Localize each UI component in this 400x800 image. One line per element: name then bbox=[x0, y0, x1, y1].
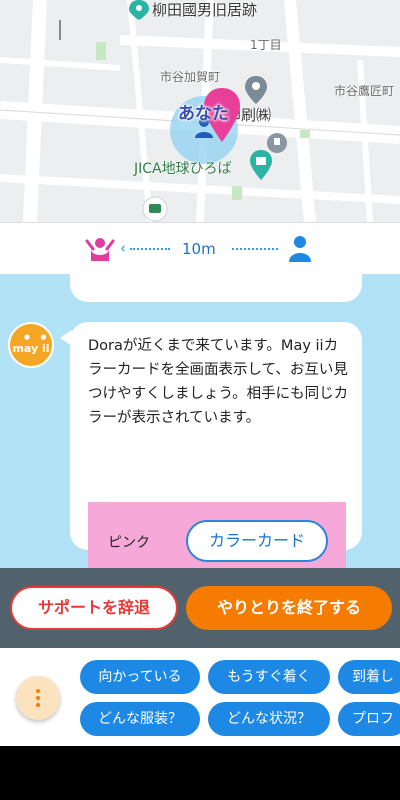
message-text: Doraが近くまで来ています。May iiカラーカードを全画面表示して、お互い見… bbox=[88, 338, 349, 426]
distance-dots-right bbox=[232, 248, 278, 250]
you-label: あなた bbox=[178, 104, 229, 124]
more-vertical-icon-dot3 bbox=[36, 703, 40, 707]
quick-reply-outfit[interactable]: どんな服装？ bbox=[80, 702, 200, 736]
distance-value: 10m bbox=[182, 240, 216, 258]
location-marker-icon[interactable] bbox=[245, 76, 267, 104]
bottom-area bbox=[0, 746, 400, 800]
distance-bar: ‹ 10m bbox=[0, 222, 400, 274]
map-label-plaza: JICA地球ひろば bbox=[134, 161, 232, 177]
message-bubble: Doraが近くまで来ています。May iiカラーカードを全画面表示して、お互い見… bbox=[70, 322, 362, 568]
map-label-district: 市谷加賀町 bbox=[160, 70, 221, 84]
arrow-left-icon: ‹ bbox=[120, 239, 126, 257]
quick-reply-arrived[interactable]: 到着し bbox=[338, 660, 400, 694]
more-vertical-icon-dot2 bbox=[36, 696, 40, 700]
gift-icon[interactable] bbox=[250, 150, 272, 180]
user-icon bbox=[289, 236, 311, 262]
raised-hands-person-icon bbox=[85, 238, 115, 261]
quick-reply-profile[interactable]: プロフ bbox=[338, 702, 400, 736]
color-card-button[interactable]: カラーカード bbox=[186, 520, 328, 562]
map-label-shrine: 柳田國男旧居跡 bbox=[152, 1, 258, 19]
action-bar: サポートを辞退 やりとりを終了する bbox=[0, 568, 400, 648]
map-label-district2: 市谷鷹匠町 bbox=[334, 84, 395, 98]
previous-message-bubble bbox=[70, 274, 362, 302]
avatar-eyes: ● ● bbox=[24, 333, 51, 341]
decline-support-button[interactable]: サポートを辞退 bbox=[10, 586, 178, 630]
avatar-logo: may ii bbox=[12, 342, 50, 355]
quick-reply-almost-there[interactable]: もうすぐ着く bbox=[208, 660, 330, 694]
map-label-block: 1丁目 bbox=[250, 38, 282, 52]
quick-reply-heading[interactable]: 向かっている bbox=[80, 660, 200, 694]
more-vertical-icon bbox=[36, 689, 40, 693]
chat-area[interactable]: ● ● may ii Doraが近くまで来ています。May iiカラーカードを全… bbox=[0, 274, 400, 568]
more-menu-button[interactable] bbox=[16, 676, 60, 720]
distance-dots-left bbox=[130, 248, 170, 250]
quick-replies: 向かっている もうすぐ着く 到着し どんな服装？ どんな状況？ プロフ bbox=[0, 648, 400, 746]
quick-reply-situation[interactable]: どんな状況？ bbox=[208, 702, 330, 736]
place-pin-icon[interactable] bbox=[128, 0, 150, 20]
avatar: ● ● may ii bbox=[8, 322, 54, 368]
color-name: ピンク bbox=[108, 535, 150, 551]
map-view[interactable]: 柳田國男旧居跡 1丁目 市谷加賀町 市谷鷹匠町 印刷㈱ あなた JICA地球ひろ… bbox=[0, 0, 400, 222]
color-card: ピンク カラーカード bbox=[88, 502, 346, 568]
station-marker-icon bbox=[142, 196, 168, 222]
end-conversation-button[interactable]: やりとりを終了する bbox=[186, 586, 392, 630]
